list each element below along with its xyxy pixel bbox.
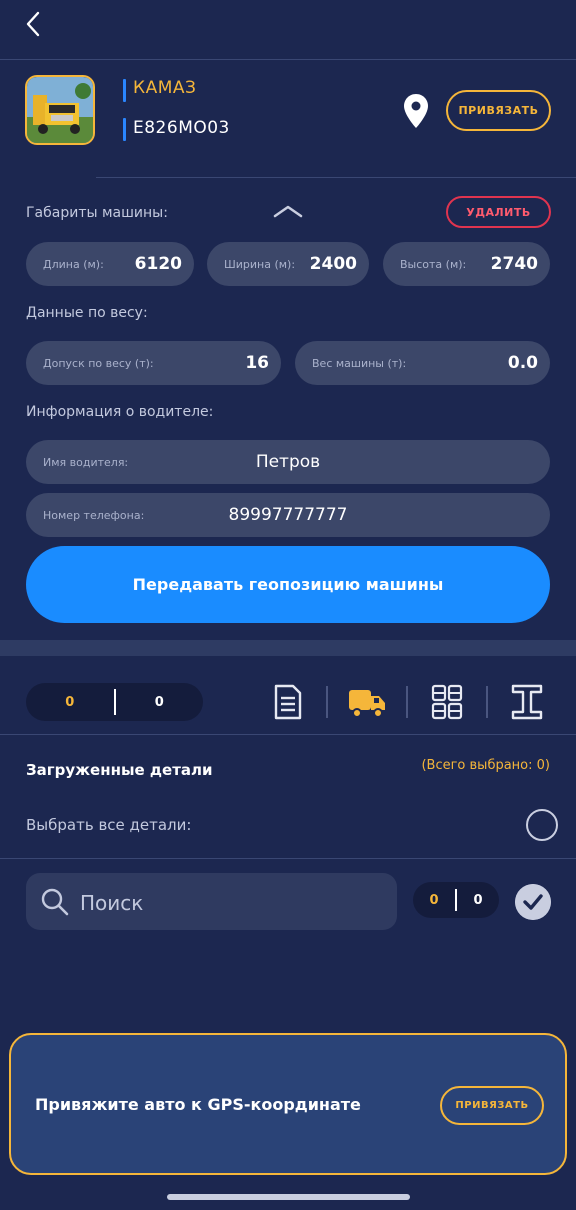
vehicle-avatar xyxy=(25,75,95,145)
length-field[interactable]: Длина (м): 6120 xyxy=(26,242,194,286)
grid-icon[interactable] xyxy=(427,682,467,722)
driver-title: Информация о водителе: xyxy=(26,404,214,420)
bind-button[interactable]: ПРИВЯЗАТЬ xyxy=(446,90,551,131)
width-field[interactable]: Ширина (м): 2400 xyxy=(207,242,369,286)
search-bar[interactable] xyxy=(26,873,397,932)
brand-accent-bar xyxy=(123,79,126,102)
height-label: Высота (м): xyxy=(400,257,467,271)
vehicle-divider xyxy=(96,177,576,178)
search-counter-selected: 0 xyxy=(429,892,439,908)
chevron-up-icon[interactable] xyxy=(272,203,304,219)
vehicle-brand: КАМАЗ xyxy=(133,78,197,98)
vehicle-weight-value: 0.0 xyxy=(507,353,538,373)
driver-name-field[interactable]: Имя водителя: Петров xyxy=(26,440,550,484)
toolbar-divider xyxy=(486,686,488,718)
plate-accent-bar xyxy=(123,118,126,141)
weight-title: Данные по весу: xyxy=(26,305,148,321)
dimensions-title: Габариты машины: xyxy=(26,205,168,221)
truck-icon[interactable] xyxy=(347,682,387,722)
delete-button[interactable]: УДАЛИТЬ xyxy=(446,196,551,228)
share-geolocation-button[interactable]: Передавать геопозицию машины xyxy=(26,546,550,623)
loaded-parts-title: Загруженные детали xyxy=(26,761,213,779)
document-icon[interactable] xyxy=(268,682,308,722)
toolbar-counter-selected: 0 xyxy=(65,694,75,710)
search-input[interactable] xyxy=(78,873,382,932)
gps-bind-button[interactable]: ПРИВЯЗАТЬ xyxy=(440,1086,544,1125)
select-all-divider xyxy=(0,858,576,859)
home-indicator[interactable] xyxy=(167,1194,410,1200)
toolbar-divider-line xyxy=(0,734,576,735)
vehicle-weight-label: Вес машины (т): xyxy=(312,356,407,370)
driver-phone-label: Номер телефона: xyxy=(43,508,145,522)
gps-banner-text: Привяжите авто к GPS-координате xyxy=(35,1095,361,1114)
weight-tolerance-value: 16 xyxy=(245,353,269,373)
select-all-radio[interactable] xyxy=(526,809,558,841)
select-all-label: Выбрать все детали: xyxy=(26,816,192,834)
length-label: Длина (м): xyxy=(43,257,104,271)
search-icon xyxy=(41,888,69,916)
checkmark-icon[interactable] xyxy=(515,884,551,920)
section-separator xyxy=(0,640,576,656)
toolbar-divider xyxy=(406,686,408,718)
weight-tolerance-label: Допуск по весу (т): xyxy=(43,356,154,370)
back-chevron-left-icon[interactable] xyxy=(22,10,46,38)
driver-name-label: Имя водителя: xyxy=(43,455,129,469)
total-selected: (Всего выбрано: 0) xyxy=(421,758,550,773)
search-counter-total: 0 xyxy=(473,892,483,908)
toolbar-divider xyxy=(326,686,328,718)
vehicle-weight-field[interactable]: Вес машины (т): 0.0 xyxy=(295,341,550,385)
height-value: 2740 xyxy=(490,254,538,274)
width-value: 2400 xyxy=(309,254,357,274)
toolbar-counter: 0 0 xyxy=(26,683,203,721)
i-beam-icon[interactable] xyxy=(507,682,547,722)
vehicle-plate: E826MO03 xyxy=(133,118,230,138)
search-counter: 0 0 xyxy=(413,882,499,918)
map-pin-icon[interactable] xyxy=(402,93,430,129)
width-label: Ширина (м): xyxy=(224,257,296,271)
weight-tolerance-field[interactable]: Допуск по весу (т): 16 xyxy=(26,341,281,385)
header-divider xyxy=(0,59,576,60)
length-value: 6120 xyxy=(134,254,182,274)
gps-bind-banner: Привяжите авто к GPS-координате ПРИВЯЗАТ… xyxy=(9,1033,567,1175)
height-field[interactable]: Высота (м): 2740 xyxy=(383,242,550,286)
toolbar-counter-total: 0 xyxy=(154,694,164,710)
driver-phone-field[interactable]: Номер телефона: 89997777777 xyxy=(26,493,550,537)
